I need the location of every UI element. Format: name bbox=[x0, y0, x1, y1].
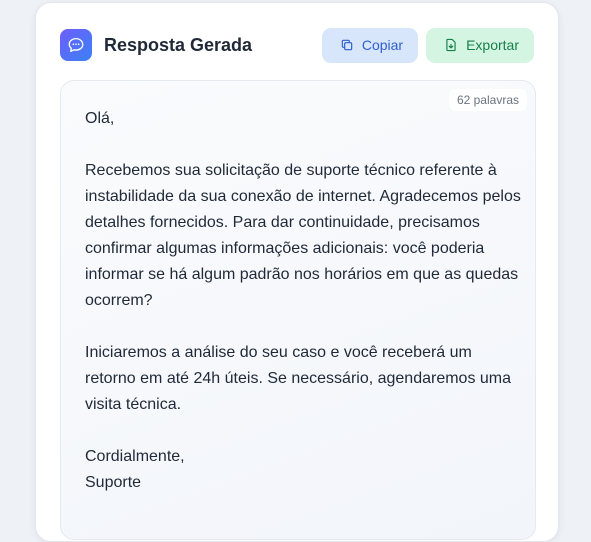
copy-button[interactable]: Copiar bbox=[321, 27, 419, 63]
card-header: Resposta Gerada Copiar Exportar bbox=[60, 27, 534, 63]
copy-icon bbox=[341, 39, 353, 51]
export-button[interactable]: Exportar bbox=[426, 27, 534, 63]
response-paragraph-1: Recebemos sua solicitação de suporte téc… bbox=[85, 162, 521, 309]
response-text-area: 62 palavras Olá, Recebemos sua solicitaç… bbox=[60, 80, 536, 540]
response-card: Resposta Gerada Copiar Exportar 62 palav… bbox=[35, 2, 559, 542]
file-export-icon bbox=[446, 38, 456, 52]
export-button-label: Exportar bbox=[466, 37, 519, 53]
signature-line: Suporte bbox=[85, 474, 142, 491]
greeting-line: Olá, bbox=[85, 110, 115, 127]
response-text: Olá, Recebemos sua solicitação de suport… bbox=[85, 106, 525, 496]
page-title: Resposta Gerada bbox=[104, 34, 253, 55]
chat-bubble-icon bbox=[60, 29, 92, 61]
closing-line: Cordialmente, bbox=[85, 448, 185, 465]
copy-button-label: Copiar bbox=[361, 37, 404, 53]
response-paragraph-2: Iniciaremos a análise do seu caso e você… bbox=[85, 344, 512, 413]
